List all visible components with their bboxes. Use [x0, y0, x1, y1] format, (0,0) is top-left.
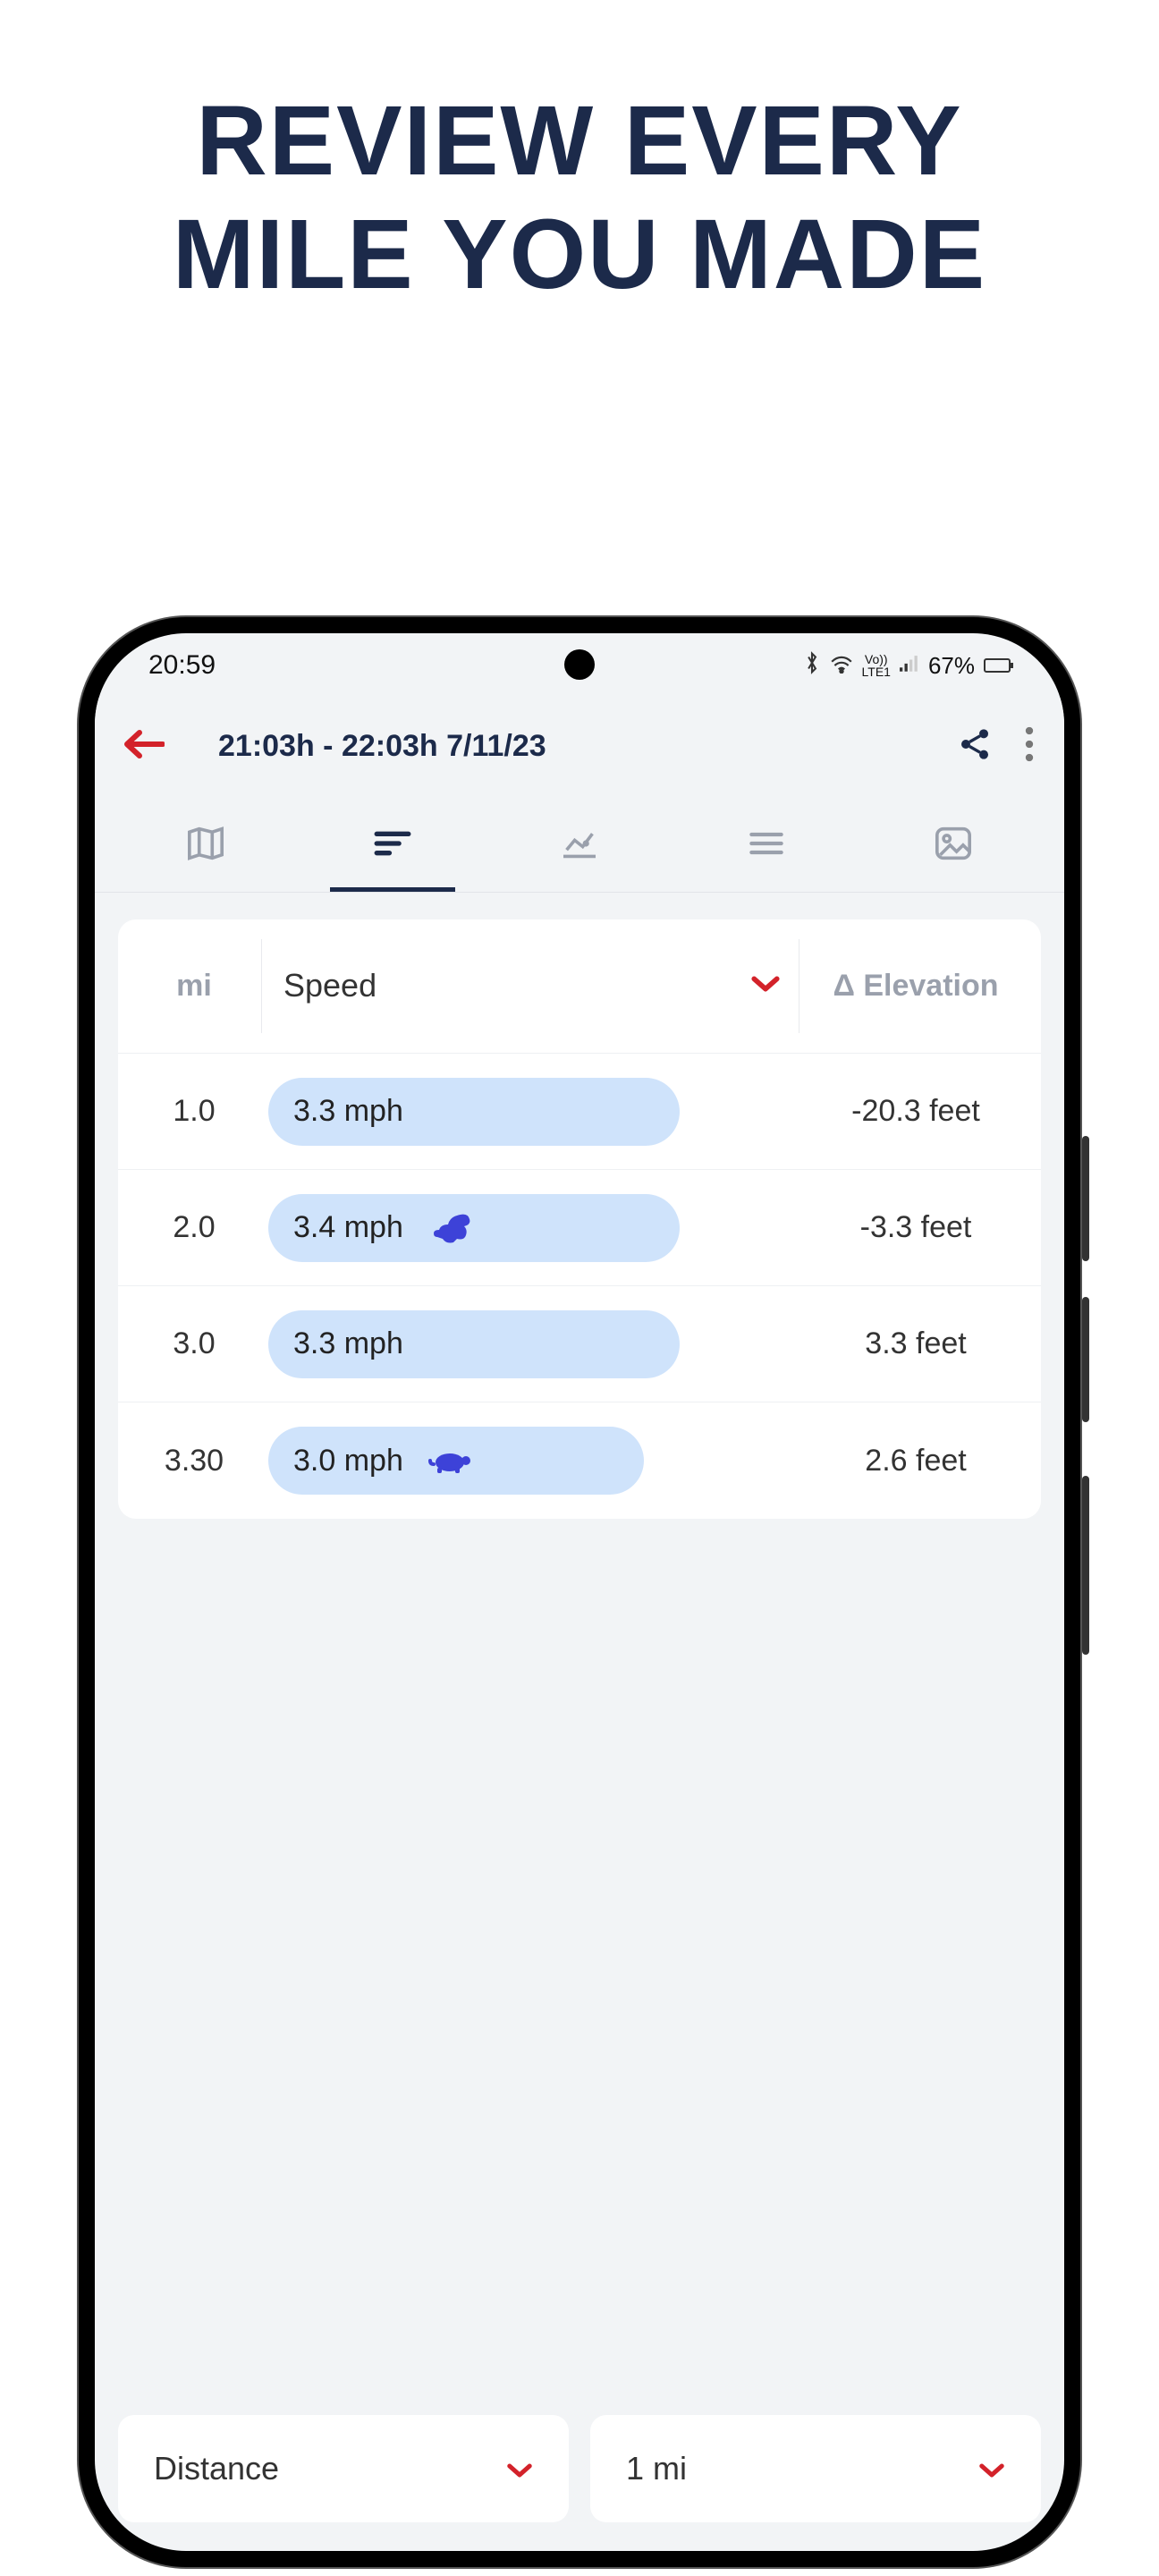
cell-elevation: 2.6 feet [799, 1444, 1032, 1479]
chevron-down-icon [750, 974, 781, 998]
cell-speed: 3.3 mph [293, 1326, 403, 1361]
status-right-cluster: Vo))LTE1 67% [803, 651, 1011, 681]
battery-percent: 67% [928, 652, 975, 680]
cell-mile: 3.30 [127, 1444, 261, 1479]
tab-list[interactable] [673, 794, 859, 892]
header-elevation: Δ Elevation [799, 969, 1032, 1004]
tab-map[interactable] [113, 794, 300, 892]
table-row: 3.30 3.0 mph 2.6 feet [118, 1402, 1041, 1519]
tab-photos[interactable] [859, 794, 1046, 892]
cell-elevation: -20.3 feet [799, 1094, 1032, 1129]
chevron-down-icon [978, 2450, 1005, 2487]
volte-icon: Vo))LTE1 [862, 653, 891, 678]
splits-card: mi Speed Δ Elevation 1.0 3.3 mph -20.3 f… [118, 919, 1041, 1519]
speed-pill: 3.0 mph [268, 1427, 644, 1495]
cell-mile: 3.0 [127, 1326, 261, 1361]
speed-pill: 3.3 mph [268, 1310, 680, 1378]
view-tabs [95, 794, 1064, 893]
header-speed-label: Speed [283, 967, 376, 1004]
phone-frame: 20:59 Vo))LTE1 67% 21:03h - 2 [79, 617, 1080, 2567]
headline-line-2: MILE YOU MADE [0, 199, 1159, 312]
cell-speed: 3.4 mph [293, 1210, 403, 1245]
headline-line-1: REVIEW EVERY [0, 85, 1159, 199]
phone-screen: 20:59 Vo))LTE1 67% 21:03h - 2 [95, 633, 1064, 2551]
signal-icon [900, 652, 919, 680]
back-button[interactable] [106, 729, 182, 764]
marketing-headline: REVIEW EVERY MILE YOU MADE [0, 0, 1159, 311]
metric-selector[interactable]: Distance [118, 2415, 569, 2522]
cell-elevation: -3.3 feet [799, 1210, 1032, 1245]
header-mi: mi [127, 969, 261, 1004]
tab-splits[interactable] [300, 794, 486, 892]
overflow-menu-button[interactable] [1009, 726, 1039, 767]
chevron-down-icon [506, 2450, 533, 2487]
interval-selector[interactable]: 1 mi [590, 2415, 1041, 2522]
battery-icon [984, 658, 1011, 673]
bluetooth-icon [803, 651, 821, 681]
front-camera [564, 649, 595, 680]
tab-chart[interactable] [486, 794, 673, 892]
table-row: 1.0 3.3 mph -20.3 feet [118, 1054, 1041, 1170]
speed-pill: 3.4 mph [268, 1194, 680, 1262]
metric-selector-label: Distance [154, 2450, 279, 2487]
share-button[interactable] [941, 725, 1009, 767]
app-bar: 21:03h - 22:03h 7/11/23 [95, 698, 1064, 794]
wifi-icon [830, 652, 853, 680]
phone-side-button [1082, 1476, 1089, 1655]
table-header: mi Speed Δ Elevation [118, 919, 1041, 1054]
cell-speed: 3.0 mph [293, 1444, 403, 1479]
status-time: 20:59 [148, 650, 216, 681]
table-row: 2.0 3.4 mph -3.3 feet [118, 1170, 1041, 1286]
turtle-icon [428, 1446, 473, 1475]
phone-side-button [1082, 1136, 1089, 1261]
status-bar: 20:59 Vo))LTE1 67% [95, 633, 1064, 698]
table-row: 3.0 3.3 mph 3.3 feet [118, 1286, 1041, 1402]
speed-pill: 3.3 mph [268, 1078, 680, 1146]
rabbit-icon [428, 1210, 473, 1246]
cell-mile: 2.0 [127, 1210, 261, 1245]
session-title: 21:03h - 22:03h 7/11/23 [182, 729, 941, 764]
bottom-controls: Distance 1 mi [95, 2415, 1064, 2540]
cell-mile: 1.0 [127, 1094, 261, 1129]
header-speed-sort[interactable]: Speed [261, 939, 799, 1032]
interval-selector-label: 1 mi [626, 2450, 687, 2487]
cell-speed: 3.3 mph [293, 1094, 403, 1129]
phone-side-button [1082, 1297, 1089, 1422]
cell-elevation: 3.3 feet [799, 1326, 1032, 1361]
